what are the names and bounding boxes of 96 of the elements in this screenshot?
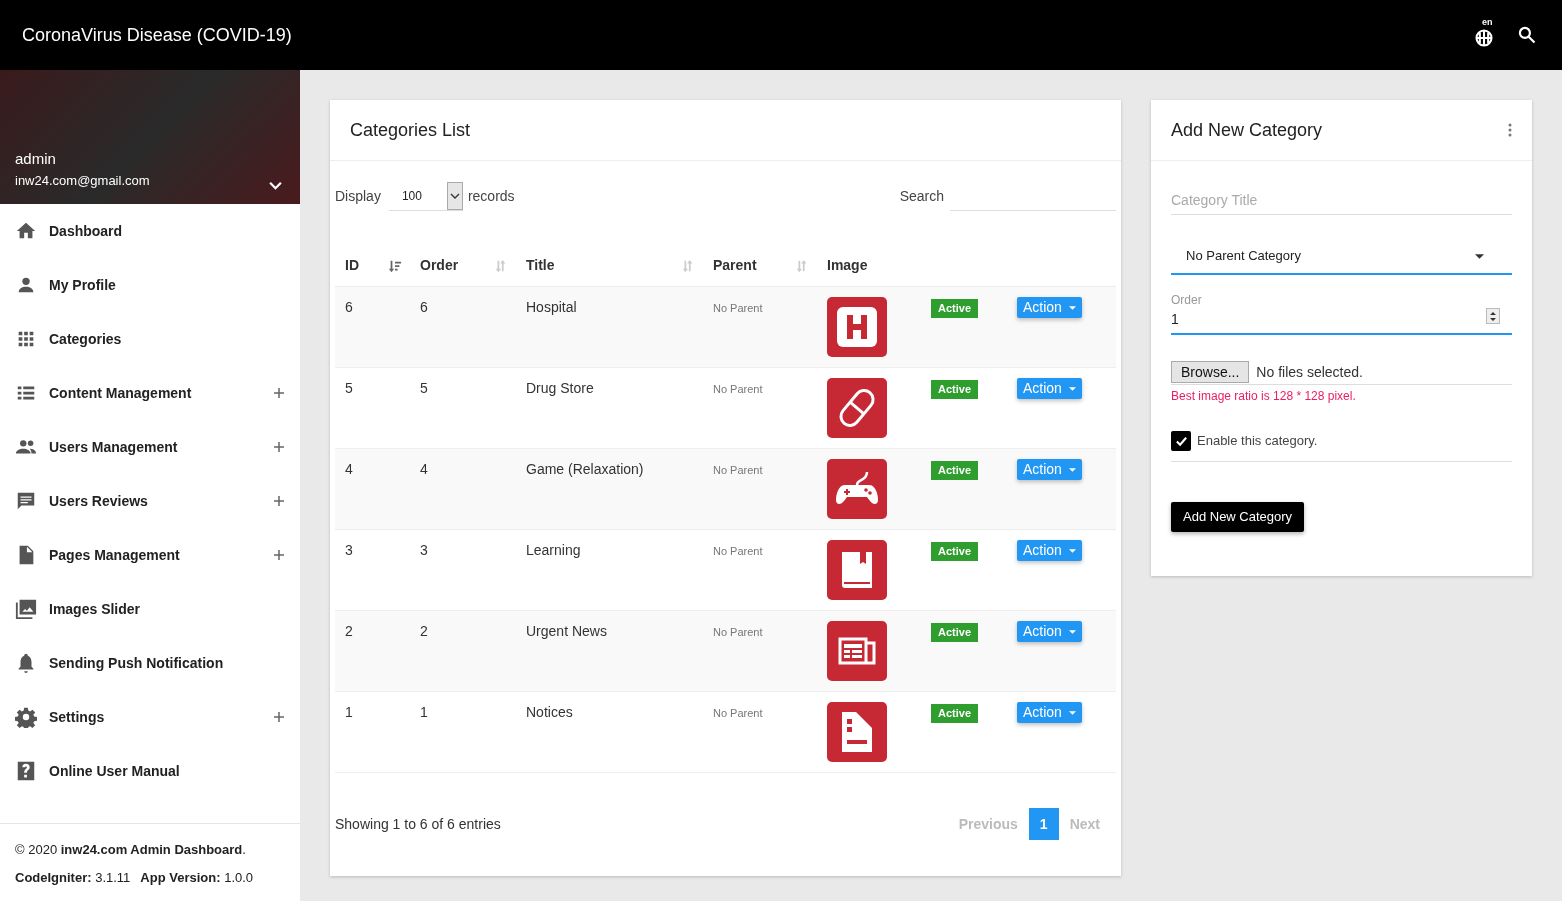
plus-icon: [274, 550, 284, 560]
gamepad-image: [827, 459, 887, 519]
newspaper-image: [827, 621, 887, 681]
add-category-button[interactable]: Add New Category: [1171, 502, 1305, 532]
user-name: admin: [15, 149, 57, 169]
book-image: [827, 540, 887, 600]
sidebar-item[interactable]: Pages Management: [0, 528, 300, 582]
table-cell-text: Drug Store: [525, 379, 595, 398]
table-cell-text: 4: [419, 460, 429, 479]
caret-icon: [1068, 710, 1076, 715]
caret-icon: [1068, 386, 1076, 391]
table-cell-text: Hospital: [525, 298, 578, 317]
document-image: [827, 702, 887, 762]
table-cell-text: No Parent: [712, 301, 764, 316]
table-cell-text: No Parent: [712, 544, 764, 559]
help-icon: [15, 760, 37, 782]
spinner-icon[interactable]: [1486, 308, 1500, 324]
sidebar-item[interactable]: Users Management: [0, 420, 300, 474]
table-cell-text: 5: [344, 379, 354, 398]
file-status: No files selected.: [1256, 362, 1363, 382]
table-cell-text: 6: [419, 298, 429, 317]
parent-category-dropdown[interactable]: No Parent Category: [1171, 239, 1512, 275]
caret-icon: [1068, 305, 1076, 310]
sidebar-item[interactable]: My Profile: [0, 258, 300, 312]
column-header[interactable]: ID: [345, 255, 359, 276]
category-title-field[interactable]: Category Title: [1171, 185, 1512, 215]
hospital-image: [827, 297, 887, 357]
records-label: records: [467, 186, 515, 206]
plus-icon: [274, 442, 284, 452]
table-cell-text: Urgent News: [525, 622, 608, 641]
table-cell-text: 2: [419, 622, 429, 641]
status-badge: Active: [931, 380, 979, 399]
table-cell-text: No Parent: [712, 382, 764, 397]
sort-descending-icon[interactable]: [388, 258, 402, 273]
enable-label: Enable this category.: [1197, 432, 1318, 451]
sidebar-item[interactable]: Categories: [0, 312, 300, 366]
user-email: inw24.com@gmail.com: [15, 171, 150, 190]
check-icon: [1174, 434, 1188, 448]
version-text: CodeIgniter: 3.1.11: [15, 868, 131, 887]
table-cell-text: 3: [419, 541, 429, 560]
sidebar-item[interactable]: Content Management: [0, 366, 300, 420]
pill-image: [827, 378, 887, 438]
search-button[interactable]: [1516, 24, 1538, 46]
status-badge: Active: [931, 461, 979, 480]
gear-icon: [15, 706, 37, 728]
table-cell-text: 1: [419, 703, 429, 722]
sidebar-item[interactable]: Sending Push Notification: [0, 636, 300, 690]
enable-checkbox[interactable]: [1171, 431, 1191, 451]
table-cell-text: Game (Relaxation): [525, 460, 645, 479]
copyright-text: © 2020 inw24.com Admin Dashboard.: [15, 841, 247, 859]
app-title: CoronaVirus Disease (COVID-19): [22, 23, 292, 47]
table-cell-text: No Parent: [712, 706, 764, 721]
status-badge: Active: [931, 623, 979, 642]
sidebar-item[interactable]: Dashboard: [0, 204, 300, 258]
column-header[interactable]: Order: [420, 255, 459, 276]
image-hint: Best image ratio is 128 * 128 pixel.: [1171, 388, 1357, 405]
plus-icon: [274, 388, 284, 398]
table-cell-text: 2: [344, 622, 354, 641]
table-cell-text: Learning: [525, 541, 582, 560]
sidebar-item[interactable]: Online User Manual: [0, 744, 300, 798]
column-header[interactable]: Title: [526, 255, 555, 276]
caret-icon: [1475, 253, 1484, 259]
status-badge: Active: [931, 704, 979, 723]
table-cell-text: 5: [419, 379, 429, 398]
status-badge: Active: [931, 542, 979, 561]
card-title: Add New Category: [1171, 118, 1323, 142]
caret-icon: [1068, 629, 1076, 634]
table-cell-text: 1: [344, 703, 354, 722]
records-dropdown[interactable]: 100: [388, 181, 463, 211]
version-text: App Version: 1.0.0: [140, 868, 254, 887]
status-badge: Active: [931, 299, 979, 318]
more-options-icon[interactable]: [1508, 123, 1512, 137]
sidebar-item[interactable]: Users Reviews: [0, 474, 300, 528]
table-cell-text: 6: [344, 298, 354, 317]
column-header[interactable]: Parent: [713, 255, 757, 276]
image-icon: [15, 598, 37, 620]
table-cell-text: 3: [344, 541, 354, 560]
column-header[interactable]: Image: [827, 255, 868, 276]
sidebar-item[interactable]: Settings: [0, 690, 300, 744]
table-cell-text: 4: [344, 460, 354, 479]
caret-icon: [446, 181, 463, 210]
entries-info: Showing 1 to 6 of 6 entries: [335, 814, 501, 834]
caret-icon: [1068, 548, 1076, 553]
search-label: Search: [899, 186, 944, 206]
sidebar-item[interactable]: Images Slider: [0, 582, 300, 636]
card-title: Categories List: [350, 118, 471, 142]
order-field[interactable]: Order 1: [1171, 291, 1512, 335]
chevron-down-icon[interactable]: [269, 181, 282, 190]
browse-button[interactable]: Browse...: [1171, 361, 1250, 383]
table-cell-text: Notices: [525, 703, 574, 722]
table-cell-text: No Parent: [712, 463, 764, 478]
plus-icon: [274, 496, 284, 506]
display-label: Display: [335, 186, 381, 206]
plus-icon: [274, 712, 284, 722]
caret-icon: [1068, 467, 1076, 472]
table-cell-text: No Parent: [712, 625, 764, 640]
